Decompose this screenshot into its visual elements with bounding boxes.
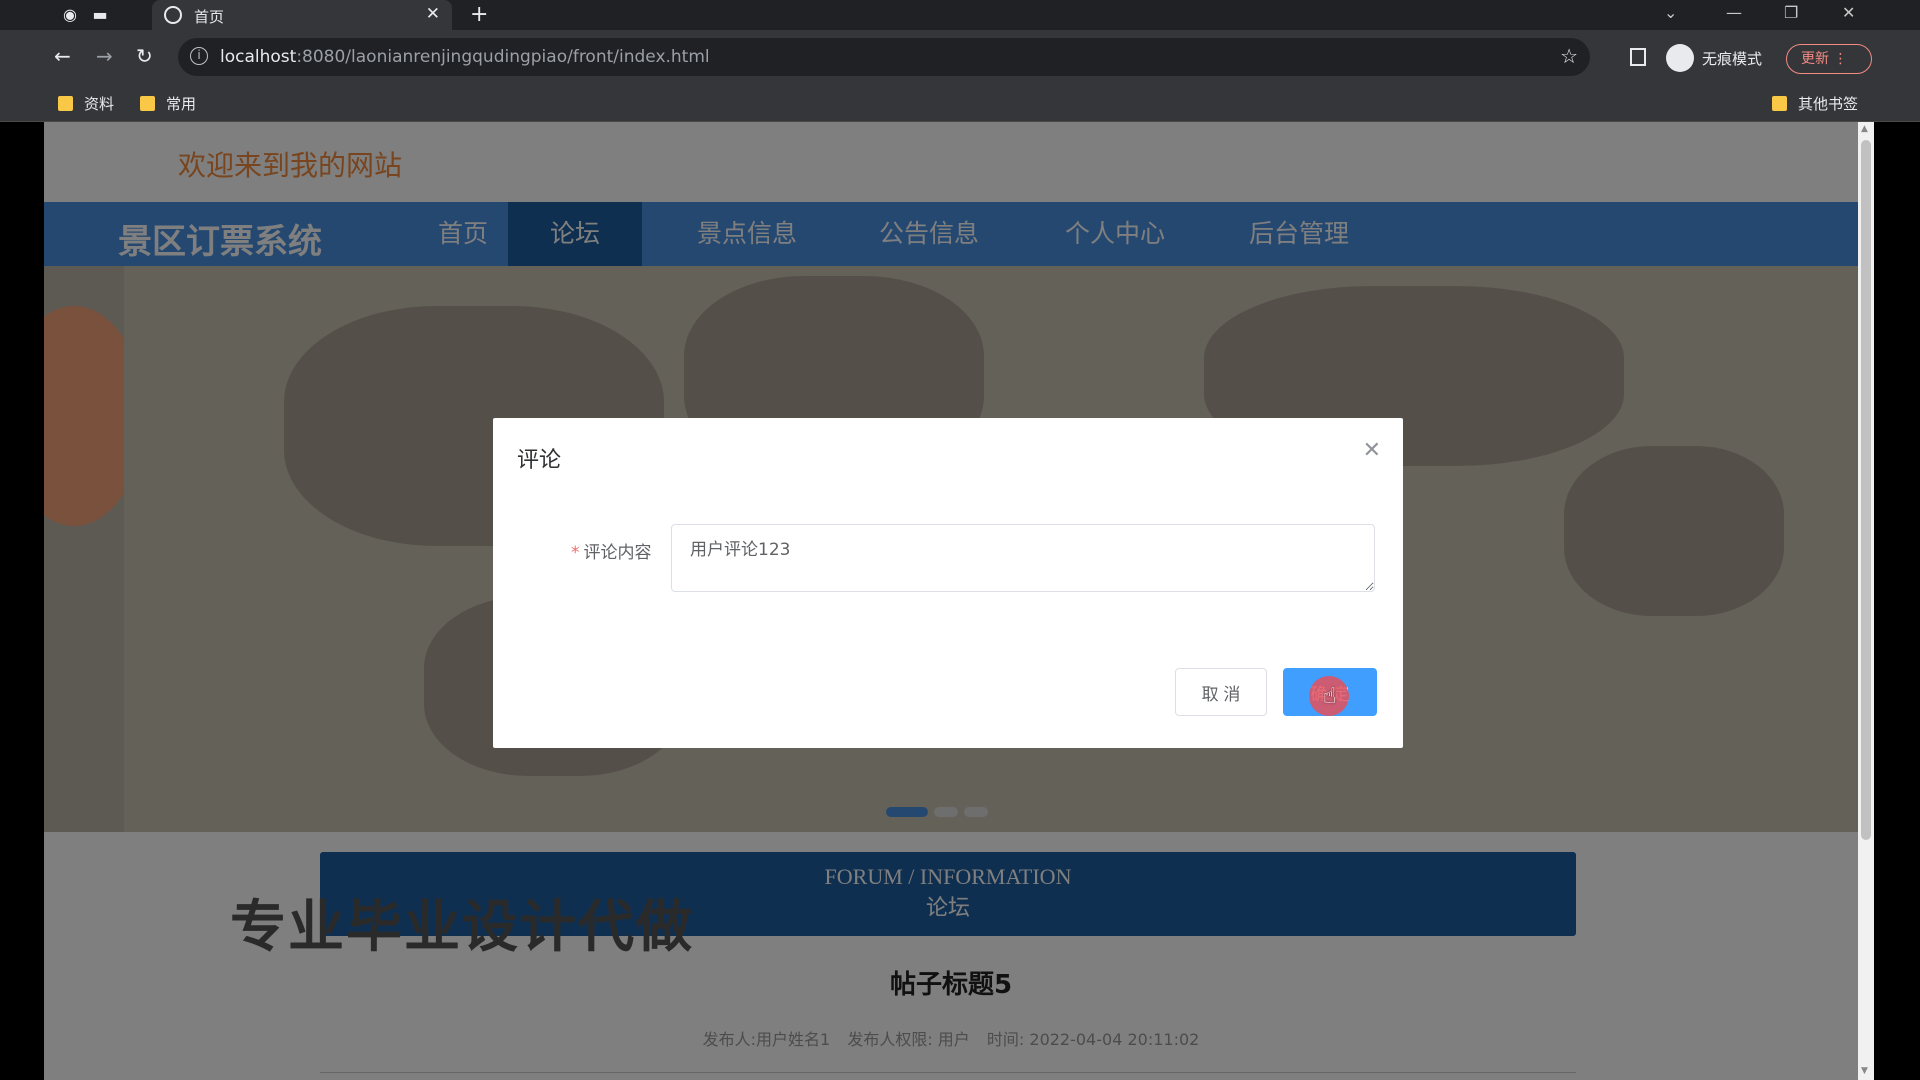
incognito-label: 无痕模式: [1702, 50, 1763, 68]
web-page: 欢迎来到我的网站 景区订票系统 首页 论坛 景点信息 公告信息 个人中心 后台管…: [44, 122, 1858, 1080]
cancel-button[interactable]: 取 消: [1175, 668, 1267, 716]
required-asterisk: *: [571, 543, 580, 563]
scrollbar-thumb[interactable]: [1861, 140, 1871, 840]
new-tab-icon[interactable]: +: [470, 2, 488, 27]
other-bookmarks[interactable]: 其他书签: [1772, 93, 1858, 114]
restore-icon[interactable]: ❐: [1784, 3, 1798, 22]
comment-field-label: * 评论内容: [571, 543, 652, 563]
address-bar[interactable]: i localhost:8080/laonianrenjingqudingpia…: [178, 38, 1590, 76]
browser-tab-bar: ◉ ▬ 首页 ✕ + ⌄ — ❐ ✕: [0, 0, 1920, 30]
close-tab-icon[interactable]: ✕: [426, 4, 440, 24]
comment-dialog: 评论 ✕ *评论内容 用户评论123 取 消 确 定 ☝: [493, 418, 1403, 748]
bookmark-folder[interactable]: 资料: [58, 93, 114, 114]
comment-textarea[interactable]: 用户评论123: [671, 524, 1375, 592]
scroll-up-icon[interactable]: ▲: [1861, 124, 1868, 134]
tab-search-icon[interactable]: ▬: [90, 5, 110, 25]
window-close-icon[interactable]: ✕: [1842, 3, 1855, 22]
close-icon[interactable]: ✕: [1363, 438, 1381, 463]
bookmarks-bar: 资料 常用 其他书签: [0, 86, 1920, 122]
site-info-icon[interactable]: i: [190, 47, 208, 65]
bookmark-folder[interactable]: 常用: [140, 93, 196, 114]
scroll-down-icon[interactable]: ▼: [1861, 1066, 1868, 1076]
side-panel-icon[interactable]: [1630, 48, 1646, 66]
forward-icon[interactable]: →: [96, 44, 113, 68]
reload-icon[interactable]: ↻: [136, 44, 153, 68]
browser-tab[interactable]: 首页 ✕: [152, 0, 452, 30]
browser-menu-icon[interactable]: ◉: [60, 5, 80, 25]
hand-cursor-icon: ☝: [1323, 684, 1337, 709]
browser-toolbar: ← → ↻ i localhost:8080/laonianrenjingqud…: [0, 30, 1920, 86]
page-viewport: 欢迎来到我的网站 景区订票系统 首页 论坛 景点信息 公告信息 个人中心 后台管…: [0, 122, 1920, 1080]
tab-list-chevron-icon[interactable]: ⌄: [1664, 3, 1677, 22]
update-button[interactable]: 更新 ⋮: [1786, 44, 1872, 74]
dialog-title: 评论: [517, 448, 562, 473]
back-icon[interactable]: ←: [54, 44, 71, 68]
incognito-icon[interactable]: [1666, 44, 1694, 72]
minimize-icon[interactable]: —: [1726, 3, 1742, 22]
bookmark-star-icon[interactable]: ☆: [1560, 44, 1578, 68]
globe-icon: [164, 6, 182, 24]
tab-title: 首页: [194, 8, 225, 26]
page-scrollbar[interactable]: ▲ ▼: [1858, 122, 1874, 1080]
url-text: localhost:8080/laonianrenjingqudingpiao/…: [220, 47, 710, 67]
